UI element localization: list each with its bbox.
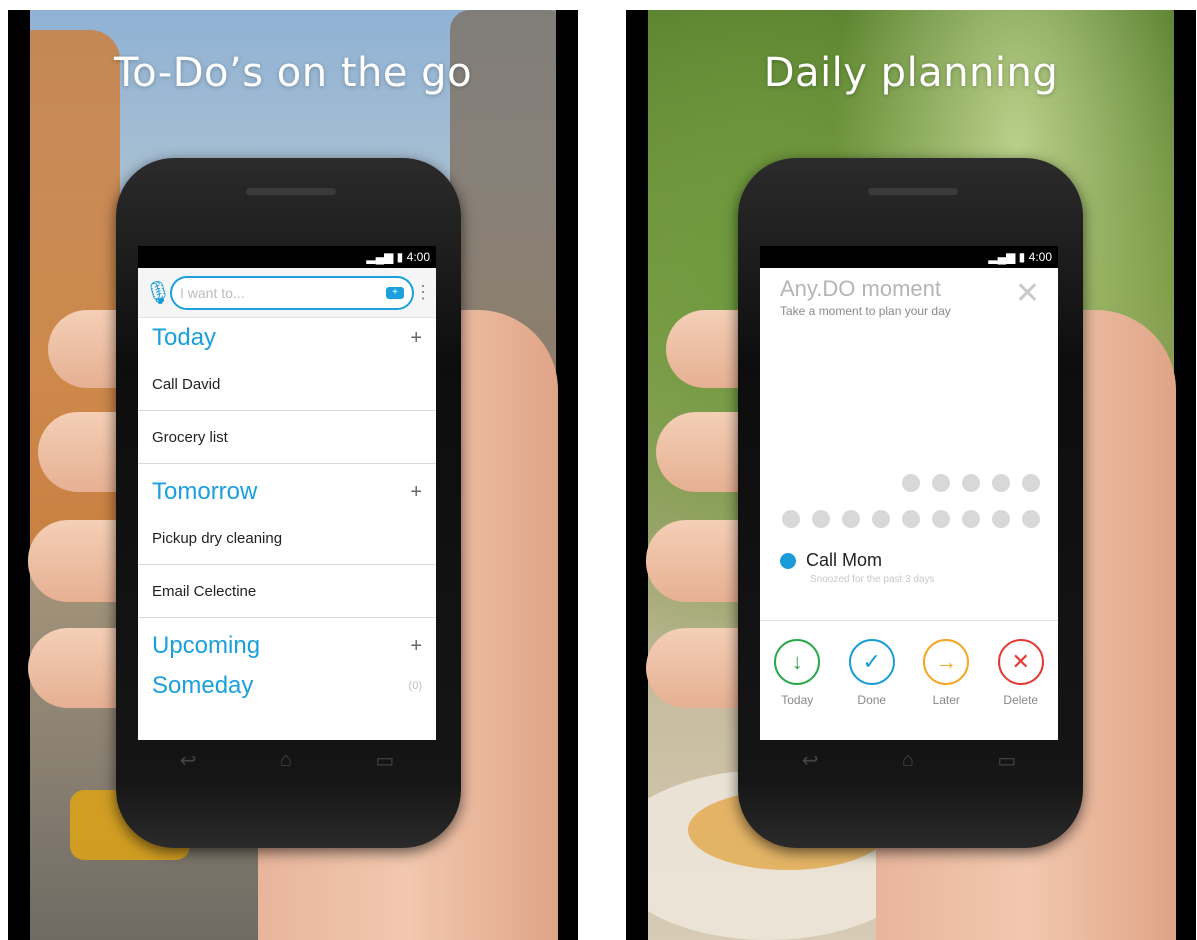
add-today-button[interactable]: +	[410, 327, 422, 350]
action-bar: ↓ Today ✓ Done → Later ✕ Delete	[760, 620, 1058, 720]
progress-dot	[902, 510, 920, 528]
done-label: Done	[857, 693, 887, 707]
task-dot	[780, 552, 796, 569]
nav-bar: ↩ ⌂ ▭	[760, 740, 1058, 780]
section-title: Tomorrow	[152, 478, 258, 505]
today-button[interactable]: ↓ Today	[774, 639, 821, 720]
list-item[interactable]: Email Celectine	[138, 565, 436, 618]
task-note: Snoozed for the past 3 days	[810, 574, 935, 585]
nav-bar: ↩ ⌂ ▭	[138, 740, 436, 780]
search-input[interactable]: I want to... +	[170, 275, 414, 310]
progress-dot	[962, 510, 980, 528]
later-label: Later	[932, 693, 960, 707]
search-row: 🎙 I want to... + ⋮	[138, 268, 436, 318]
phone-screen: ▂▄▆ ▮ 4:00 Any.DO moment Take a moment t…	[760, 246, 1058, 740]
someday-count: (0)	[408, 680, 422, 692]
delete-icon: ✕	[997, 639, 1044, 685]
add-tomorrow-button[interactable]: +	[410, 481, 422, 504]
progress-dot	[812, 510, 830, 528]
task-name: Call Mom	[806, 550, 883, 570]
status-bar: ▂▄▆ ▮ 4:00	[760, 246, 1058, 268]
progress-dot	[1022, 474, 1040, 492]
today-label: Today	[781, 693, 814, 707]
delete-button[interactable]: ✕ Delete	[997, 639, 1044, 720]
tag-icon[interactable]: +	[386, 286, 404, 299]
microphone-icon[interactable]: 🎙	[144, 280, 172, 306]
moment-title: Any.DO moment	[780, 276, 941, 301]
left-promo-panel: To-Do’s on the go ▂▄▆ ▮ 4:00 🎙 I want to…	[8, 10, 578, 940]
list-item[interactable]: Pickup dry cleaning	[138, 512, 436, 565]
progress-dot	[992, 510, 1010, 528]
arrow-down-icon: ↓	[774, 639, 821, 685]
progress-dot	[842, 510, 860, 528]
overflow-menu-icon[interactable]: ⋮	[414, 282, 432, 303]
arrow-right-icon: →	[923, 639, 970, 685]
signal-icon: ▂▄▆ ▮	[988, 250, 1026, 264]
section-title: Today	[152, 324, 217, 351]
progress-dot	[902, 474, 920, 492]
close-icon[interactable]: ✕	[1015, 276, 1040, 311]
progress-dot	[782, 510, 800, 528]
list-item[interactable]: Call David	[138, 358, 436, 411]
status-time: 4:00	[1028, 250, 1052, 264]
headline: Daily planning	[763, 50, 1059, 96]
headline: To-Do’s on the go	[113, 50, 473, 96]
section-title: Upcoming	[152, 632, 261, 659]
progress-dot	[932, 510, 950, 528]
right-promo-panel: Daily planning ▂▄▆ ▮ 4:00 Any.DO moment …	[626, 10, 1196, 940]
home-icon[interactable]: ⌂	[902, 749, 914, 772]
speaker	[868, 188, 958, 195]
status-bar: ▂▄▆ ▮ 4:00	[138, 246, 436, 268]
add-upcoming-button[interactable]: +	[410, 635, 422, 658]
done-button[interactable]: ✓ Done	[848, 639, 895, 720]
recent-apps-icon[interactable]: ▭	[375, 748, 394, 773]
phone: ▂▄▆ ▮ 4:00 Any.DO moment Take a moment t…	[738, 158, 1083, 848]
phone: ▂▄▆ ▮ 4:00 🎙 I want to... + ⋮ Today + Ca…	[116, 158, 461, 848]
progress-dot	[992, 474, 1010, 492]
recent-apps-icon[interactable]: ▭	[997, 748, 1016, 773]
section-upcoming: Upcoming +	[138, 626, 436, 666]
phone-screen: ▂▄▆ ▮ 4:00 🎙 I want to... + ⋮ Today + Ca…	[138, 246, 436, 740]
back-icon[interactable]: ↩	[180, 748, 197, 773]
back-icon[interactable]: ↩	[802, 748, 819, 773]
check-icon: ✓	[848, 639, 895, 685]
moment-subtitle: Take a moment to plan your day	[780, 304, 951, 318]
section-someday: Someday (0)	[138, 666, 436, 706]
task-item[interactable]: Call Mom Snoozed for the past 3 days	[780, 550, 935, 585]
speaker	[246, 188, 336, 195]
progress-dot	[1022, 510, 1040, 528]
progress-dots-row	[778, 474, 1040, 492]
progress-dot	[962, 474, 980, 492]
progress-dot	[932, 474, 950, 492]
progress-dot	[872, 510, 890, 528]
section-title: Someday	[152, 672, 254, 699]
later-button[interactable]: → Later	[923, 639, 970, 720]
section-tomorrow: Tomorrow +	[138, 472, 436, 512]
delete-label: Delete	[1003, 693, 1039, 707]
search-placeholder: I want to...	[180, 284, 245, 301]
list-item[interactable]: Grocery list	[138, 411, 436, 464]
section-today: Today +	[138, 318, 436, 358]
signal-icon: ▂▄▆ ▮	[366, 250, 404, 264]
progress-dots-row	[778, 510, 1040, 528]
moment-header: Any.DO moment Take a moment to plan your…	[760, 268, 1058, 328]
status-time: 4:00	[406, 250, 430, 264]
home-icon[interactable]: ⌂	[280, 749, 292, 772]
